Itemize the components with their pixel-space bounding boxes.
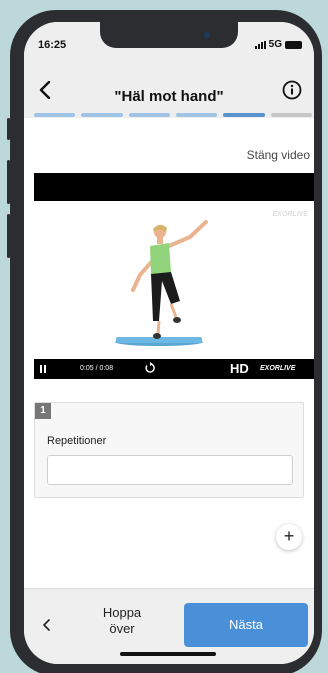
chevron-left-icon	[39, 81, 51, 99]
skip-label-line1: Hoppa	[102, 605, 142, 620]
video-controls: 0:05 / 0:08 HD EXORLIVE	[34, 359, 314, 379]
progress-segment	[81, 113, 123, 117]
network-label: 5G	[268, 39, 282, 50]
hd-quality-button[interactable]: HD	[230, 361, 249, 376]
camera-icon	[204, 32, 210, 38]
progress-segment	[34, 113, 76, 117]
video-time: 0:05 / 0:08	[80, 365, 114, 372]
previous-button[interactable]	[38, 615, 54, 635]
step-progress	[34, 113, 312, 117]
chevron-left-icon	[43, 619, 50, 631]
video-duration: 0:08	[99, 365, 114, 372]
battery-icon	[285, 40, 302, 49]
progress-segment	[270, 113, 312, 117]
mute-switch	[7, 118, 10, 140]
skip-label-line2: över	[109, 621, 135, 636]
set-number-badge: 1	[35, 403, 51, 419]
nav-bar: "Häl mot hand"	[24, 66, 314, 118]
repetitions-input[interactable]	[47, 455, 293, 485]
status-time: 16:25	[38, 39, 67, 51]
volume-down-button	[7, 214, 10, 258]
repetitions-label: Repetitioner	[47, 435, 107, 447]
page-title: "Häl mot hand"	[114, 88, 224, 105]
home-indicator	[120, 652, 216, 656]
progress-segment	[128, 113, 170, 117]
brand-logo: EXORLIVE	[260, 365, 296, 372]
plus-icon: +	[283, 526, 295, 546]
info-circle-icon	[282, 80, 302, 100]
video-elapsed: 0:05	[80, 365, 94, 372]
progress-segment	[223, 113, 265, 117]
video-watermark: EXORLIVE	[272, 211, 308, 218]
add-set-button[interactable]: +	[276, 524, 302, 550]
set-card: 1 Repetitioner	[34, 402, 304, 498]
volume-up-button	[7, 160, 10, 204]
replay-icon[interactable]	[144, 362, 156, 374]
exercise-figure	[115, 220, 208, 346]
progress-segment	[175, 113, 218, 117]
back-button[interactable]	[34, 78, 56, 102]
info-button[interactable]	[282, 80, 302, 100]
video-frame: EXORLIVE	[34, 201, 314, 359]
app-screen: 16:25 5G "Häl mot hand" Stäng video EXOR…	[24, 22, 314, 664]
skip-button[interactable]: Hoppa över	[84, 605, 160, 637]
next-button[interactable]: Nästa	[184, 603, 308, 647]
pause-button[interactable]	[40, 365, 47, 373]
signal-icon	[254, 40, 266, 49]
status-bar: 16:25 5G	[24, 22, 314, 66]
status-indicators: 5G	[254, 39, 302, 50]
close-video-link[interactable]: Stäng video	[247, 148, 310, 162]
exercise-video[interactable]: EXORLIVE 0:05 / 0:08 HD EXORLIVE	[34, 173, 314, 379]
notch	[100, 22, 238, 48]
